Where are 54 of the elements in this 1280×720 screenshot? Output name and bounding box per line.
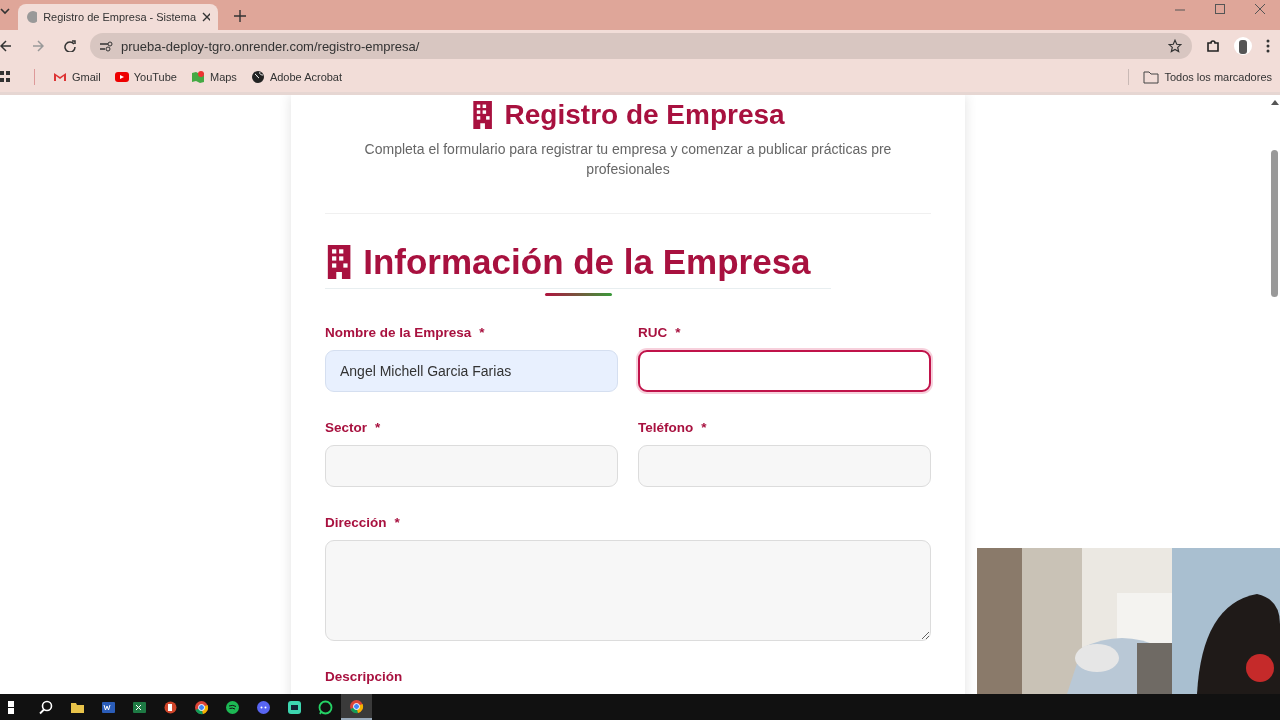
mail-icon <box>53 70 67 84</box>
whatsapp-icon[interactable] <box>318 699 333 715</box>
field-label: Dirección <box>325 515 387 531</box>
bookmark[interactable]: Gmail <box>53 70 101 84</box>
map-icon <box>190 70 205 84</box>
puzzle-icon[interactable] <box>1206 39 1220 53</box>
scrollbar-thumb[interactable] <box>1271 150 1278 297</box>
address-bar[interactable]: prueba-deploy-tgro.onrender.com/registro-empresa/ <box>90 33 1192 59</box>
input-field[interactable] <box>638 350 931 392</box>
required-mark: * <box>375 420 381 436</box>
excel-icon[interactable] <box>132 699 147 715</box>
building-icon <box>471 101 495 129</box>
title-underline <box>545 293 612 296</box>
field-label: Sector <box>325 420 368 436</box>
url-text: prueba-deploy-tgro.onrender.com/registro-empresa/ <box>121 38 421 54</box>
required-mark: * <box>675 325 681 341</box>
folder-icon <box>1143 70 1160 84</box>
bookmark[interactable]: YouTube <box>114 70 177 84</box>
required-mark: * <box>479 325 485 341</box>
screen-share-icon[interactable] <box>287 699 302 715</box>
bookmark[interactable]: Adobe Acrobat <box>250 70 343 84</box>
avatar-icon[interactable] <box>1234 37 1252 55</box>
star-icon[interactable] <box>1168 39 1182 53</box>
powerpoint-icon[interactable] <box>163 699 178 715</box>
page-title: Registro de Empresa <box>504 99 785 131</box>
play-icon <box>114 70 129 84</box>
section-title: Información de la Empresa <box>363 241 811 283</box>
search-icon[interactable] <box>39 699 54 715</box>
chevron-down-icon[interactable] <box>0 6 10 16</box>
scroll-up-icon[interactable] <box>1271 99 1279 105</box>
tab-title: Registro de Empresa - Sistema <box>43 11 196 23</box>
discord-icon[interactable] <box>256 699 271 715</box>
field-label: Descripción <box>325 669 403 685</box>
word-icon[interactable] <box>101 699 116 715</box>
field-label: Nombre de la Empresa <box>325 325 472 341</box>
apps-grid-icon[interactable] <box>0 71 10 83</box>
required-mark: * <box>394 515 400 531</box>
spotify-icon[interactable] <box>225 699 240 715</box>
browser-tab[interactable]: Registro de Empresa - Sistema <box>18 4 218 30</box>
all-bookmarks-button[interactable]: Todos los marcadores <box>1143 70 1272 84</box>
chrome-icon[interactable] <box>194 699 209 715</box>
reload-icon[interactable] <box>64 40 76 52</box>
menu-icon[interactable] <box>1266 39 1270 53</box>
back-icon[interactable] <box>0 40 12 52</box>
field-label: RUC <box>638 325 668 341</box>
input-field[interactable]: Angel Michell Garcia Farias <box>325 350 618 392</box>
required-mark: * <box>701 420 707 436</box>
field-label: Teléfono <box>638 420 694 436</box>
site-settings-icon[interactable] <box>100 40 113 52</box>
bookmark[interactable]: Maps <box>190 70 237 84</box>
chrome-icon[interactable] <box>349 698 364 714</box>
new-tab-icon[interactable] <box>234 10 246 22</box>
page-subtitle: Completa el formulario para registrar tu empresa y comenzar a publicar prácticas pre profesionales <box>363 140 893 179</box>
close-icon[interactable] <box>202 12 210 22</box>
